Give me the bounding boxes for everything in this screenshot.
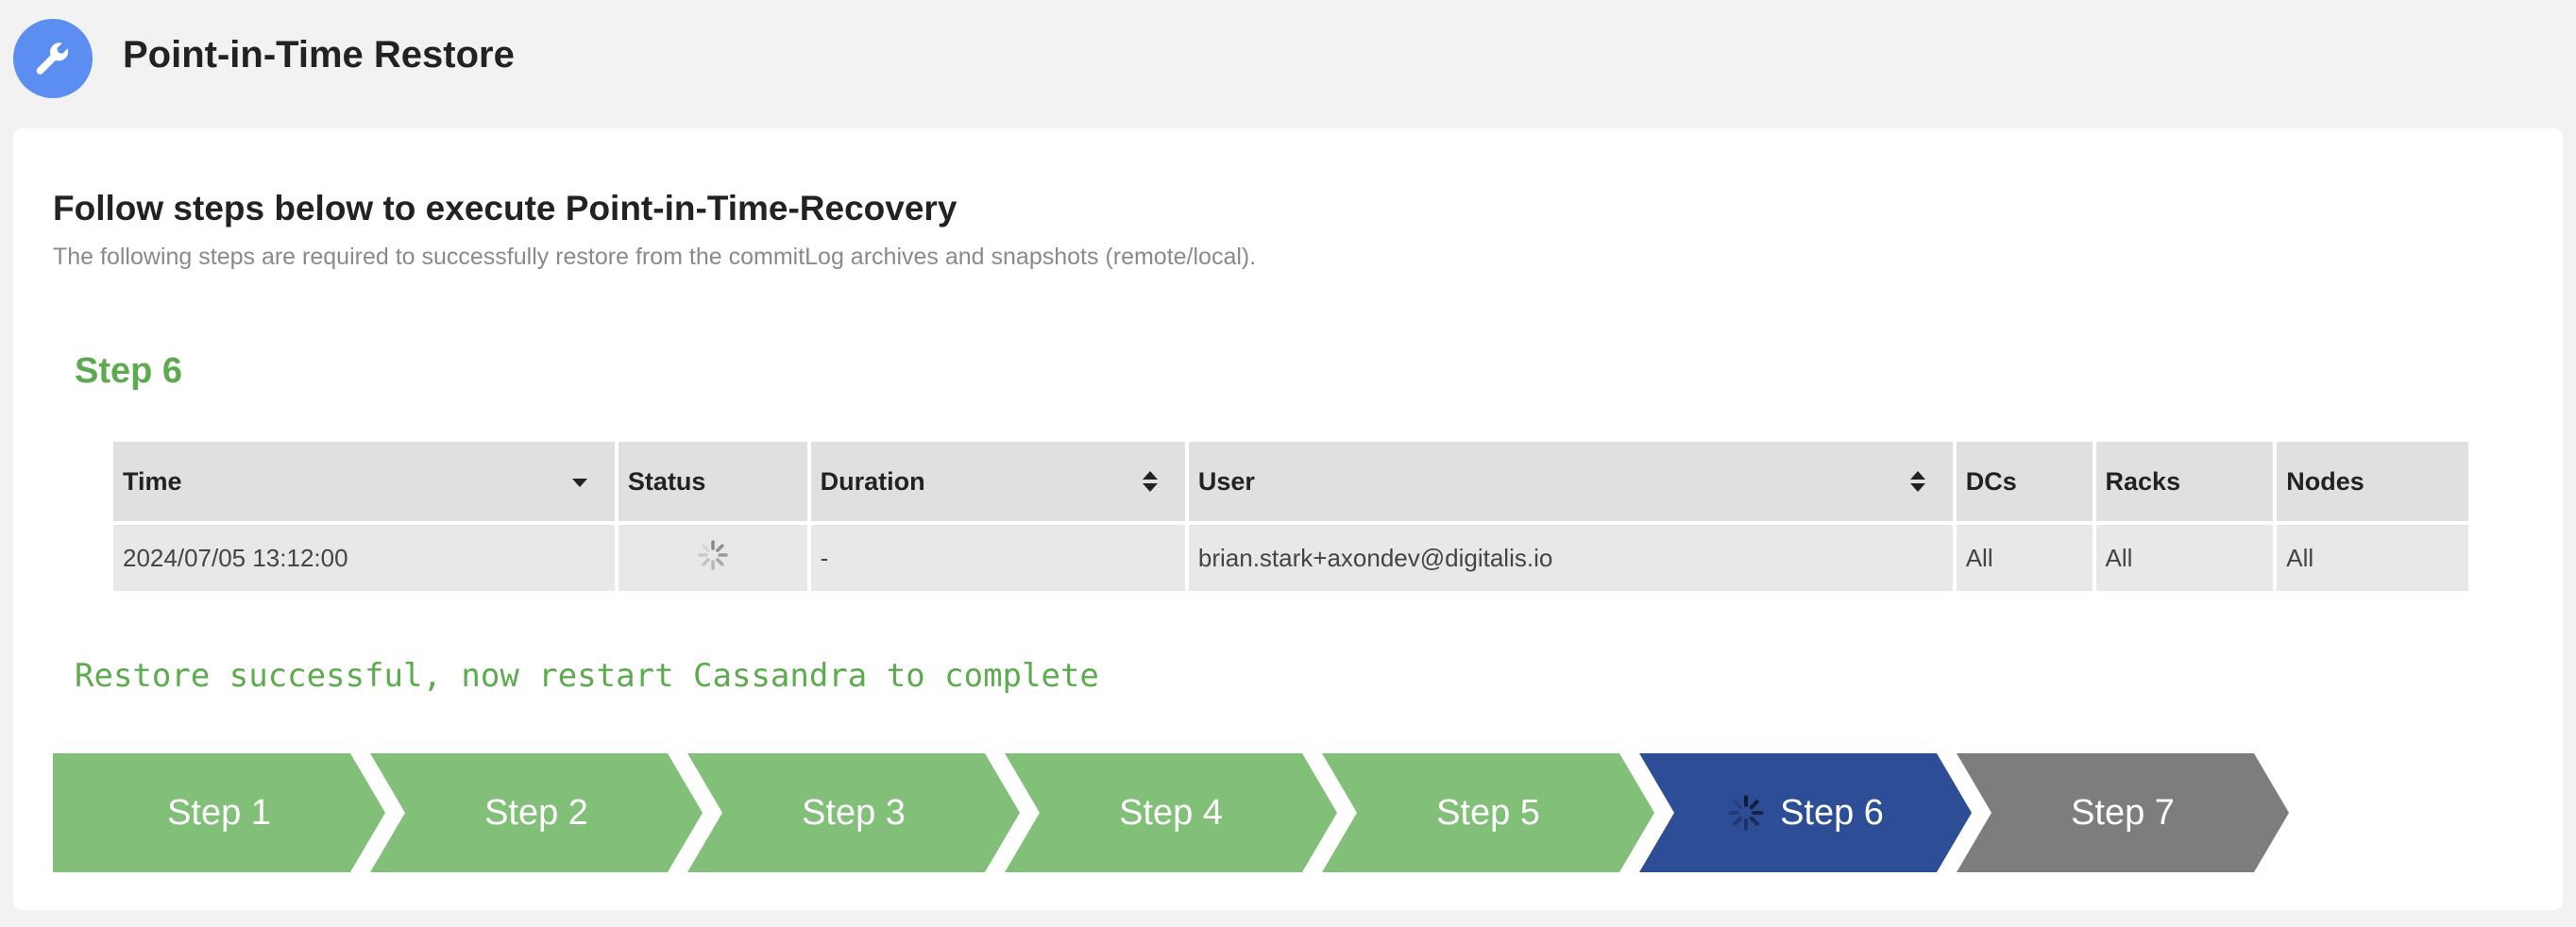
- step-label: Step 3: [802, 792, 906, 833]
- column-header-nodes[interactable]: Nodes: [2277, 442, 2468, 521]
- step-label: Step 4: [1119, 792, 1223, 833]
- step-label: Step 5: [1436, 792, 1540, 833]
- cell-nodes: All: [2277, 525, 2468, 591]
- spinner-icon: [1727, 794, 1765, 832]
- spinner-icon: [698, 539, 728, 570]
- step-label: Step 1: [167, 792, 271, 833]
- step-3[interactable]: Step 3: [687, 753, 1020, 872]
- column-header-time[interactable]: Time: [113, 442, 615, 521]
- column-label-user: User: [1197, 466, 1255, 496]
- step-4[interactable]: Step 4: [1005, 753, 1337, 872]
- cell-user: brian.stark+axondev@digitalis.io: [1188, 525, 1953, 591]
- column-label-racks: Racks: [2105, 466, 2181, 496]
- step-progress-bar: Step 1 Step 2 Step 3 Step 4 Step 5 Step …: [53, 753, 2319, 872]
- cell-dcs: All: [1956, 525, 2093, 591]
- step-2[interactable]: Step 2: [370, 753, 703, 872]
- column-header-status[interactable]: Status: [618, 442, 807, 521]
- step-label: Step 2: [484, 792, 588, 833]
- column-header-dcs[interactable]: DCs: [1956, 442, 2093, 521]
- column-label-nodes: Nodes: [2286, 466, 2364, 496]
- sort-icon[interactable]: [1142, 469, 1159, 494]
- step-1[interactable]: Step 1: [53, 753, 385, 872]
- step-heading: Step 6: [75, 351, 183, 391]
- intro-title: Follow steps below to execute Point-in-T…: [53, 189, 958, 228]
- step-6[interactable]: Step 6: [1639, 753, 1972, 872]
- step-7[interactable]: Step 7: [1957, 753, 2289, 872]
- sort-desc-icon[interactable]: [571, 469, 588, 494]
- cell-time: 2024/07/05 13:12:00: [113, 525, 615, 591]
- page-title: Point-in-Time Restore: [123, 34, 515, 76]
- table-row[interactable]: 2024/07/05 13:12:00 - brian.stark+axonde…: [113, 525, 2468, 591]
- column-header-duration[interactable]: Duration: [810, 442, 1185, 521]
- column-label-dcs: DCs: [1965, 466, 2017, 496]
- step-label: Step 6: [1780, 792, 1884, 833]
- sort-icon[interactable]: [1909, 469, 1926, 494]
- cell-racks: All: [2095, 525, 2274, 591]
- cell-status: [618, 525, 807, 591]
- wrench-icon: [13, 19, 93, 98]
- column-header-racks[interactable]: Racks: [2095, 442, 2274, 521]
- step-5[interactable]: Step 5: [1322, 753, 1654, 872]
- intro-description: The following steps are required to succ…: [53, 244, 1257, 270]
- cell-duration: -: [810, 525, 1185, 591]
- restore-status-message: Restore successful, now restart Cassandr…: [75, 657, 1099, 695]
- page-header: Point-in-Time Restore: [0, 0, 2576, 117]
- restore-card: Follow steps below to execute Point-in-T…: [13, 128, 2563, 910]
- jobs-table: Time Status Duration User DCs Racks Node…: [110, 438, 2472, 595]
- column-label-status: Status: [627, 466, 706, 496]
- column-header-user[interactable]: User: [1188, 442, 1953, 521]
- column-label-duration: Duration: [820, 466, 925, 496]
- table-header-row: Time Status Duration User DCs Racks Node…: [113, 442, 2468, 521]
- wrench-icon-glyph: [36, 42, 69, 75]
- column-label-time: Time: [123, 466, 182, 496]
- step-label: Step 7: [2071, 792, 2175, 833]
